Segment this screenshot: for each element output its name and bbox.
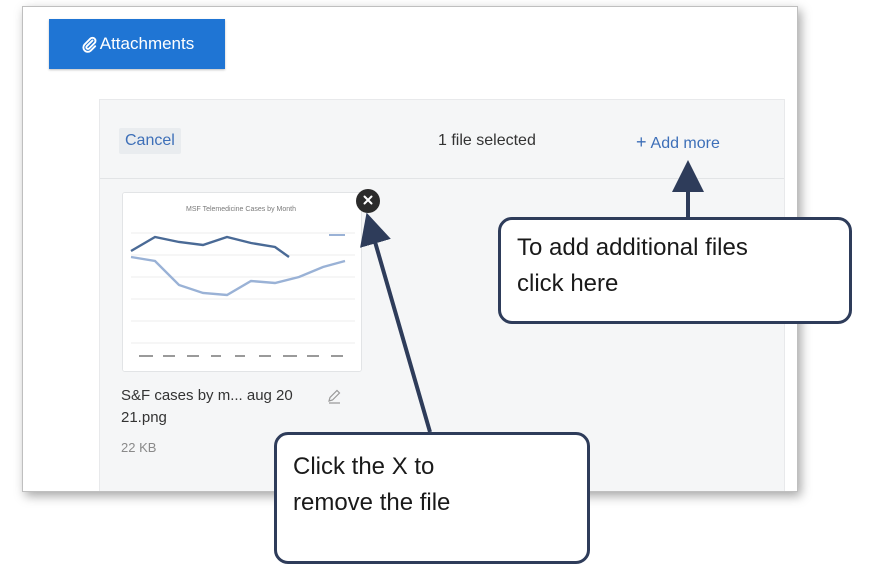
callout-remove-line-1: Click the X to [293, 453, 435, 480]
arrow-to-remove-button [360, 212, 432, 433]
callout-remove-line-2: remove the file [293, 489, 451, 516]
callout-remove-file: Click the X to remove the file [274, 432, 590, 564]
callout-add-line-1: To add additional files [517, 234, 748, 261]
callout-add-line-2: click here [517, 270, 619, 297]
callout-add-more: To add additional files click here [498, 217, 852, 324]
